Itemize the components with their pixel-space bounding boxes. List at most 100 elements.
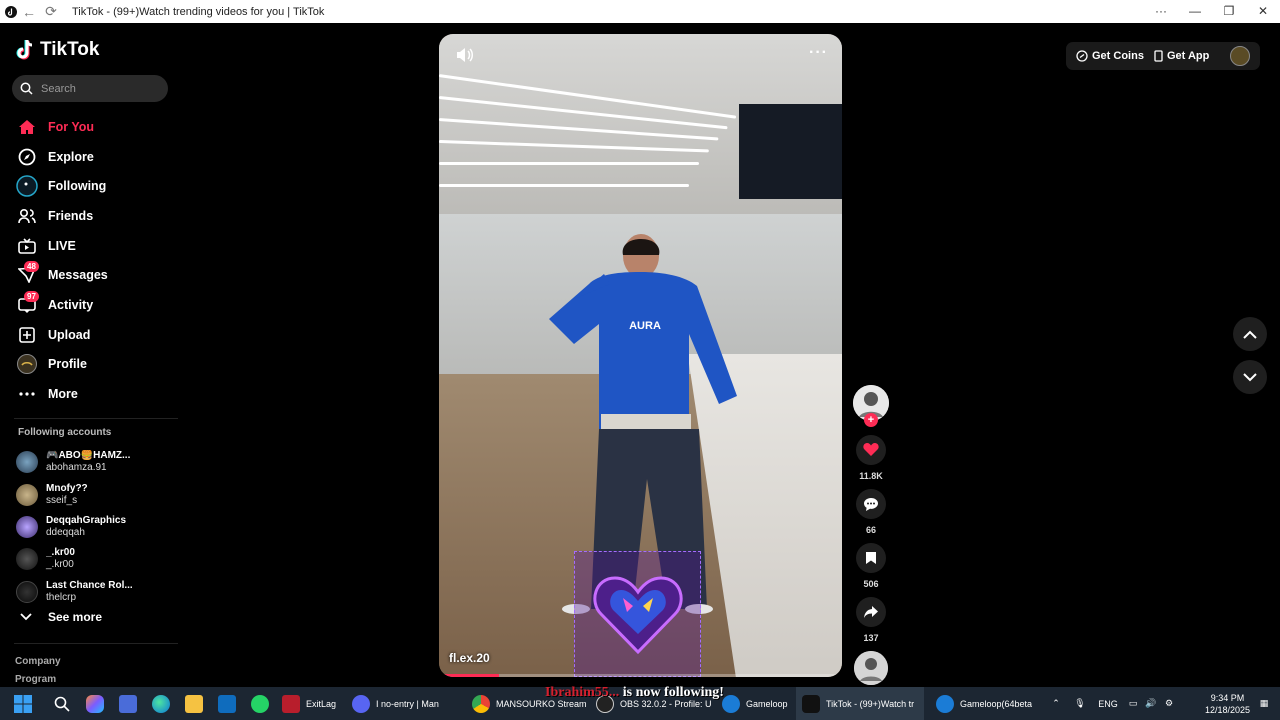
music-disc-avatar[interactable] [854, 651, 888, 685]
like-button[interactable] [856, 435, 886, 465]
taskbar-app-gameloop[interactable]: Gameloop [718, 687, 796, 720]
account-item[interactable]: Last Chance Rol... thelcrp [16, 576, 176, 608]
share-icon [864, 606, 878, 618]
music-disc-icon [854, 651, 888, 685]
taskbar-app-exitlag[interactable]: ExitLag [276, 687, 340, 720]
search-box[interactable] [12, 75, 168, 102]
window-title: TikTok - (99+)Watch trending videos for … [72, 5, 325, 18]
save-action[interactable]: 506 [851, 543, 891, 589]
activity-badge: 97 [24, 291, 39, 303]
account-display-name: _.kr00 [46, 547, 75, 559]
video-progress-bar[interactable] [439, 674, 842, 677]
gift-animation [574, 551, 701, 677]
account-item[interactable]: 🎮ABO🍔HAMZ... abohamza.91 [16, 446, 176, 478]
video-author[interactable]: fl.ex.20 [449, 651, 490, 665]
tiktok-icon [802, 694, 820, 713]
sidebar-item-messages[interactable]: 48 Messages [16, 260, 176, 290]
edge-icon[interactable] [144, 687, 178, 720]
footer-link-program[interactable]: Program [15, 674, 56, 685]
video-player[interactable]: AURA ··· fl.ex.20 [439, 34, 842, 677]
next-video-button[interactable] [1233, 360, 1267, 394]
phone-icon [1154, 50, 1163, 62]
sidebar-item-following[interactable]: Following [16, 171, 176, 201]
sidebar-item-profile[interactable]: Profile [16, 350, 176, 380]
taskbar-app-gameloop64[interactable]: Gameloop(64beta [924, 687, 1034, 720]
account-avatar [16, 483, 38, 506]
account-display-name: DeqqahGraphics [46, 514, 127, 526]
get-app-button[interactable]: Get App [1154, 50, 1209, 62]
account-username: ddeqqah [46, 526, 85, 538]
start-button[interactable] [0, 687, 46, 720]
sidebar-item-label: Upload [48, 327, 91, 342]
share-button[interactable] [856, 597, 886, 627]
search-input[interactable] [41, 82, 151, 95]
language-indicator[interactable]: ENG [1092, 687, 1124, 720]
get-coins-button[interactable]: Get Coins [1076, 50, 1144, 62]
see-more-button[interactable]: See more [20, 610, 102, 624]
more-options-icon[interactable]: ··· [1144, 0, 1178, 23]
volume-icon[interactable] [455, 46, 473, 64]
minimize-button[interactable]: — [1178, 0, 1212, 23]
browser-titlebar: ← ⟳ TikTok - (99+)Watch trending videos … [0, 0, 1280, 23]
heart-gift-icon [592, 576, 683, 655]
sidebar-item-explore[interactable]: Explore [16, 142, 176, 172]
user-avatar[interactable] [1230, 46, 1250, 66]
account-item[interactable]: _.kr00 _.kr00 [16, 543, 176, 575]
battery-icon[interactable]: ⚙ [1160, 687, 1178, 720]
follow-plus-icon[interactable]: + [864, 413, 878, 427]
account-item[interactable]: Mnofy?? sseif_s [16, 478, 176, 510]
taskbar-app-tiktok[interactable]: TikTok - (99+)Watch tr [796, 687, 924, 720]
whatsapp-icon[interactable] [244, 687, 276, 720]
tiktok-logo[interactable]: TikTok [16, 39, 99, 61]
outlook-icon[interactable] [210, 687, 244, 720]
back-arrow-icon[interactable]: ← [18, 4, 40, 20]
creator-avatar[interactable]: + [853, 385, 889, 427]
volume-icon[interactable]: 🔊 [1142, 687, 1160, 720]
home-icon [16, 116, 38, 138]
footer-link-company[interactable]: Company [15, 656, 61, 667]
comment-action[interactable]: 66 [851, 489, 891, 535]
close-button[interactable]: ✕ [1246, 0, 1280, 23]
taskbar-search-icon[interactable] [46, 687, 78, 720]
sidebar-item-for-you[interactable]: For You [16, 112, 176, 142]
comment-button[interactable] [856, 489, 886, 519]
file-explorer-icon[interactable] [178, 687, 210, 720]
refresh-icon[interactable]: ⟳ [40, 3, 62, 20]
share-action[interactable]: 137 [851, 597, 891, 643]
video-more-options-icon[interactable]: ··· [809, 44, 828, 62]
account-avatar [16, 580, 38, 603]
sidebar-item-live[interactable]: LIVE [16, 231, 176, 261]
network-icon[interactable]: ▭ [1124, 687, 1142, 720]
chevron-up-icon[interactable]: ⌃ [1044, 687, 1068, 720]
compass-icon [16, 146, 38, 168]
sidebar-item-activity[interactable]: 97 Activity [16, 290, 176, 320]
previous-video-button[interactable] [1233, 317, 1267, 351]
account-username: _.kr00 [46, 559, 74, 571]
sidebar-item-friends[interactable]: Friends [16, 201, 176, 231]
save-button[interactable] [856, 543, 886, 573]
maximize-button[interactable]: ❐ [1212, 0, 1246, 23]
chevron-down-icon [20, 613, 32, 621]
video-actions: + 11.8K 66 506 137 [851, 385, 891, 699]
upload-icon [16, 324, 38, 346]
taskbar-app-label: TikTok - (99+)Watch tr [826, 698, 915, 709]
logo-text: TikTok [40, 39, 100, 60]
sidebar-item-upload[interactable]: Upload [16, 320, 176, 350]
taskbar-app-discord[interactable]: I no-entry | Man [340, 687, 462, 720]
account-item[interactable]: DeqqahGraphics ddeqqah [16, 511, 176, 543]
microphone-icon[interactable]: 🎙 [1068, 687, 1092, 720]
notification-icon[interactable]: ▦ [1256, 687, 1272, 720]
top-right-actions: Get Coins Get App [1066, 42, 1260, 70]
system-clock[interactable]: 9:34 PM 12/18/2025 [1205, 692, 1250, 716]
copilot-icon[interactable] [78, 687, 112, 720]
share-count: 137 [863, 633, 879, 643]
sidebar: TikTok For You Explore Following Friends [0, 23, 180, 687]
clock-date: 12/18/2025 [1204, 705, 1250, 715]
app-icon[interactable] [112, 687, 144, 720]
gameloop-icon [722, 694, 740, 713]
tiktok-note-icon [16, 39, 33, 60]
like-action[interactable]: 11.8K [851, 435, 891, 481]
video-progress-fill [439, 674, 500, 677]
account-display-name: Mnofy?? [46, 482, 88, 494]
sidebar-item-more[interactable]: More [16, 379, 176, 409]
